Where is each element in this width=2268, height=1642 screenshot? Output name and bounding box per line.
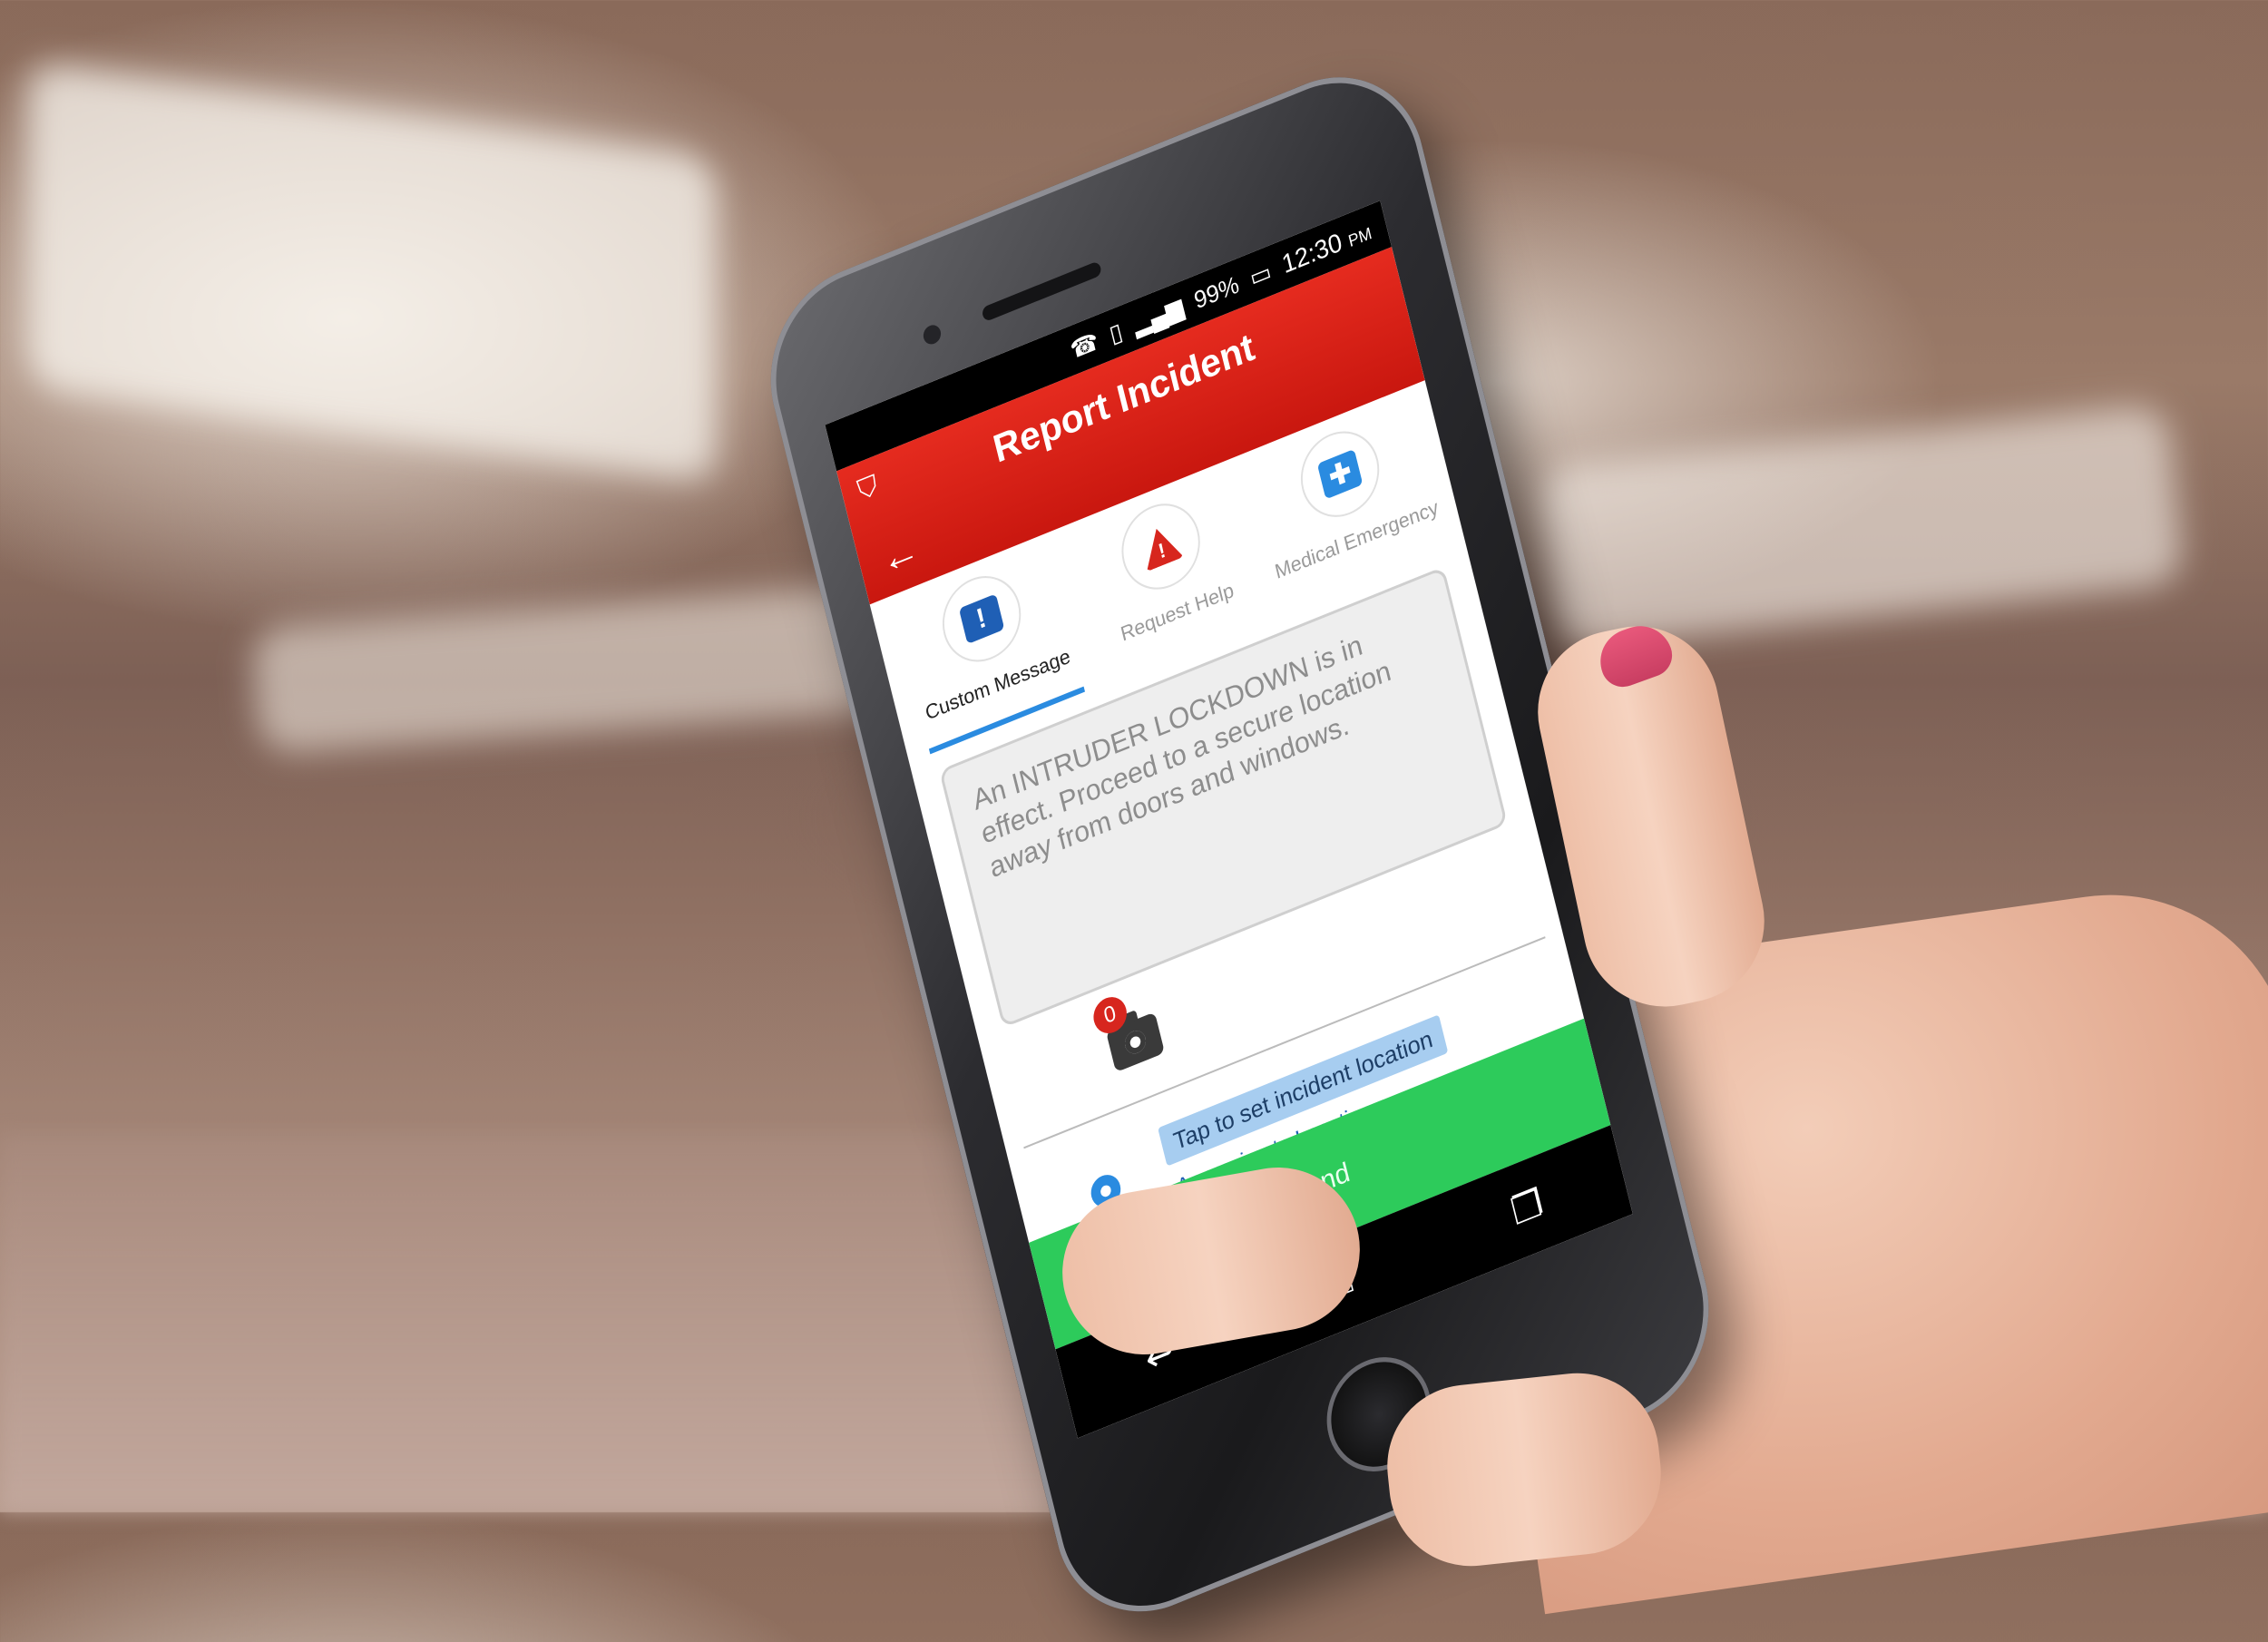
vibrate-icon: ▯ bbox=[1106, 317, 1126, 348]
recents-icon[interactable]: ❐ bbox=[1507, 1181, 1547, 1235]
tab-icon-circle: ! bbox=[1112, 491, 1209, 602]
camera-lens bbox=[1122, 1027, 1149, 1058]
front-camera bbox=[921, 322, 943, 347]
battery-percent: 99% bbox=[1190, 269, 1242, 315]
back-arrow-icon[interactable]: ← bbox=[876, 525, 924, 583]
tab-icon-circle: ! bbox=[934, 563, 1030, 675]
message-icon: ! bbox=[958, 593, 1005, 645]
call-icon: ☎ bbox=[1067, 326, 1101, 365]
background-lounge-chair-left bbox=[27, 60, 717, 484]
battery-icon: ▭ bbox=[1246, 256, 1275, 292]
earpiece-speaker bbox=[981, 260, 1103, 323]
warning-icon: ! bbox=[1138, 522, 1184, 572]
tab-icon-circle: ✚ bbox=[1292, 418, 1389, 530]
background-lounge-chair-right bbox=[1534, 402, 2185, 650]
medical-cross-icon: ✚ bbox=[1317, 448, 1364, 500]
